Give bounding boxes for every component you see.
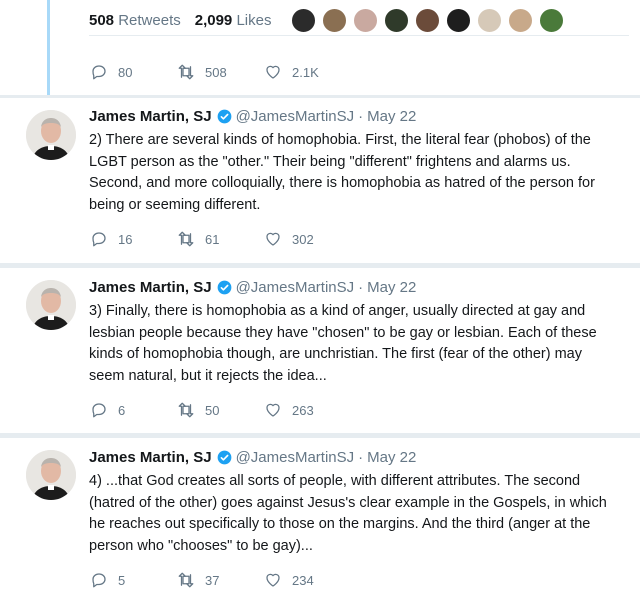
- like-button[interactable]: 302: [263, 229, 350, 249]
- tweet-actions: 16 61 302: [89, 228, 350, 250]
- reply-count: 5: [118, 572, 126, 588]
- reply-button[interactable]: 6: [89, 400, 176, 420]
- tweet-date[interactable]: May 22: [367, 449, 416, 466]
- author-handle[interactable]: @JamesMartinSJ: [236, 108, 355, 125]
- reply-button[interactable]: 5: [89, 570, 176, 590]
- reply-icon: [89, 570, 109, 590]
- avatar[interactable]: [26, 280, 76, 330]
- verified-badge-icon: [217, 450, 232, 465]
- retweets-label: Retweets: [118, 12, 181, 29]
- author-name[interactable]: James Martin, SJ: [89, 279, 212, 296]
- liker-avatar[interactable]: [353, 8, 379, 33]
- liker-avatar[interactable]: [477, 8, 503, 33]
- like-icon: [263, 62, 283, 82]
- retweet-icon: [176, 229, 196, 249]
- liker-avatar[interactable]: [415, 8, 441, 33]
- avatar[interactable]: [26, 450, 76, 500]
- reply-count: 6: [118, 402, 126, 418]
- liker-avatar[interactable]: [508, 8, 534, 33]
- liker-avatar[interactable]: [539, 8, 565, 33]
- like-count: 234: [292, 572, 314, 588]
- tweet[interactable]: James Martin, SJ @JamesMartinSJ · May 22…: [0, 437, 640, 594]
- verified-badge-icon: [217, 280, 232, 295]
- retweets-count: 508: [89, 12, 115, 29]
- like-count: 2.1K: [292, 64, 319, 80]
- retweets-stat[interactable]: 508 Retweets: [89, 12, 181, 29]
- likes-label: Likes: [236, 12, 272, 29]
- separator-dot: ·: [358, 108, 364, 125]
- reply-button[interactable]: 80: [89, 62, 176, 82]
- tweet[interactable]: James Martin, SJ @JamesMartinSJ · May 22…: [0, 267, 640, 435]
- retweet-count: 508: [205, 64, 227, 80]
- separator-dot: ·: [358, 279, 364, 296]
- like-button[interactable]: 234: [263, 570, 350, 590]
- reply-icon: [89, 62, 109, 82]
- reply-button[interactable]: 16: [89, 229, 176, 249]
- author-handle[interactable]: @JamesMartinSJ: [236, 449, 355, 466]
- engagement-stats: 508 Retweets 2,099 Likes: [89, 6, 629, 36]
- likes-count: 2,099: [194, 12, 233, 29]
- author-name[interactable]: James Martin, SJ: [89, 449, 212, 466]
- like-button[interactable]: 2.1K: [263, 62, 350, 82]
- retweet-icon: [176, 400, 196, 420]
- tweet-date[interactable]: May 22: [367, 108, 416, 125]
- like-icon: [263, 570, 283, 590]
- like-button[interactable]: 263: [263, 400, 350, 420]
- liker-avatar[interactable]: [322, 8, 348, 33]
- reply-count: 80: [118, 64, 133, 80]
- tweet-date[interactable]: May 22: [367, 279, 416, 296]
- verified-badge-icon: [217, 109, 232, 124]
- like-count: 302: [292, 231, 314, 247]
- tweet-header: James Martin, SJ @JamesMartinSJ · May 22: [89, 279, 416, 296]
- like-icon: [263, 400, 283, 420]
- tweet-actions: 6 50 263: [89, 399, 350, 421]
- tweet-actions: 80 508 2.1K: [89, 61, 350, 83]
- retweet-icon: [176, 570, 196, 590]
- likes-stat[interactable]: 2,099 Likes: [195, 12, 272, 29]
- avatar[interactable]: [26, 110, 76, 160]
- author-handle[interactable]: @JamesMartinSJ: [236, 279, 355, 296]
- like-icon: [263, 229, 283, 249]
- previous-tweet-footer: 508 Retweets 2,099 Likes 80 508 2.1K: [0, 0, 640, 95]
- retweet-button[interactable]: 61: [176, 229, 263, 249]
- retweet-button[interactable]: 508: [176, 62, 263, 82]
- liker-avatar[interactable]: [291, 8, 317, 33]
- retweet-count: 50: [205, 402, 220, 418]
- thread-connector-line: [47, 0, 50, 95]
- reply-icon: [89, 229, 109, 249]
- liker-avatars: [291, 8, 570, 33]
- liker-avatar[interactable]: [384, 8, 410, 33]
- reply-count: 16: [118, 231, 133, 247]
- author-name[interactable]: James Martin, SJ: [89, 108, 212, 125]
- tweet-text: 2) There are several kinds of homophobia…: [89, 132, 595, 213]
- liker-avatar[interactable]: [446, 8, 472, 33]
- retweet-button[interactable]: 50: [176, 400, 263, 420]
- like-count: 263: [292, 402, 314, 418]
- tweet[interactable]: James Martin, SJ @JamesMartinSJ · May 22…: [0, 97, 640, 265]
- tweet-header: James Martin, SJ @JamesMartinSJ · May 22: [89, 108, 416, 125]
- tweet-text: 3) Finally, there is homophobia as a kin…: [89, 303, 597, 384]
- retweet-count: 37: [205, 572, 220, 588]
- tweet-actions: 5 37 234: [89, 569, 350, 591]
- tweet-header: James Martin, SJ @JamesMartinSJ · May 22: [89, 449, 416, 466]
- separator-dot: ·: [358, 449, 364, 466]
- tweet-text: 4) ...that God creates all sorts of peop…: [89, 473, 607, 554]
- reply-icon: [89, 400, 109, 420]
- retweet-icon: [176, 62, 196, 82]
- retweet-button[interactable]: 37: [176, 570, 263, 590]
- retweet-count: 61: [205, 231, 220, 247]
